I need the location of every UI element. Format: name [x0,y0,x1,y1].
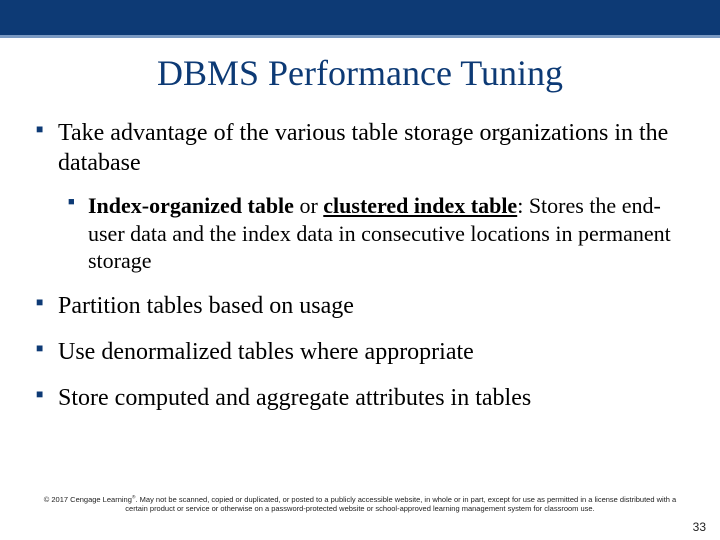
bullet-item: Partition tables based on usage [36,291,684,321]
bullet-item: Use denormalized tables where appropriat… [36,337,684,367]
bullet-list-level2: Index-organized table or clustered index… [68,192,684,275]
slide-title: DBMS Performance Tuning [0,52,720,94]
copyright-footer: © 2017 Cengage Learning®. May not be sca… [0,495,720,515]
bullet-text: Take advantage of the various table stor… [58,120,668,176]
conjunction-text: or [294,193,323,218]
slide: DBMS Performance Tuning Take advantage o… [0,0,720,540]
page-number: 33 [693,520,706,534]
top-accent-bar [0,0,720,38]
copyright-prefix: © 2017 Cengage Learning [44,495,132,504]
bullet-list-level1: Take advantage of the various table stor… [36,118,684,413]
bullet-item: Store computed and aggregate attributes … [36,383,684,413]
bullet-text: Use denormalized tables where appropriat… [58,339,474,365]
sub-bullet-item: Index-organized table or clustered index… [68,192,684,275]
bullet-text: Partition tables based on usage [58,293,354,319]
bullet-text: Store computed and aggregate attributes … [58,385,531,411]
bullet-item: Take advantage of the various table stor… [36,118,684,275]
content-area: Take advantage of the various table stor… [0,94,720,413]
term-text: Index-organized table [88,193,294,218]
term-text: clustered index table [323,193,517,218]
copyright-rest: . May not be scanned, copied or duplicat… [125,495,676,514]
